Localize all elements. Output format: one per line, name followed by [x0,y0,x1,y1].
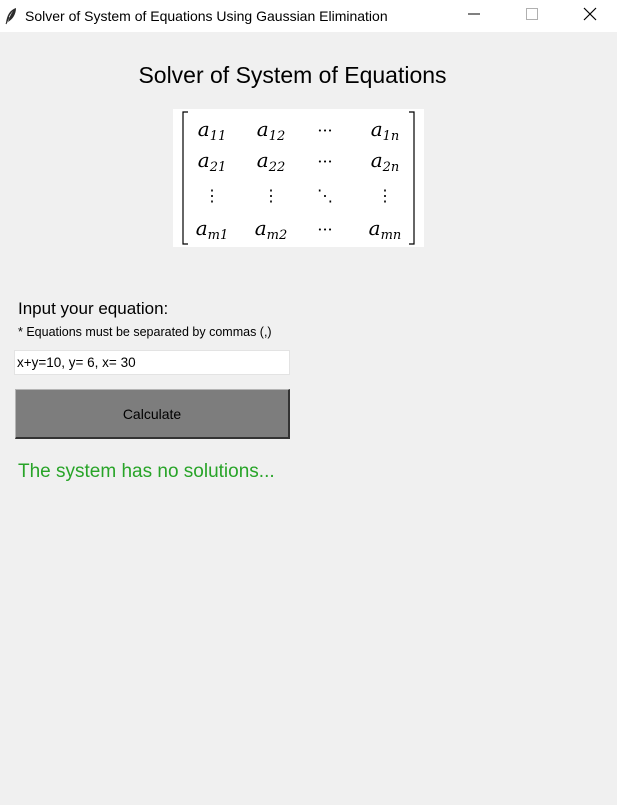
matrix-cell: ⋮ [263,186,279,205]
matrix-cell: am2 [255,216,288,243]
matrix-cell: a21 [198,148,226,175]
minimize-icon [468,7,480,25]
maximize-button[interactable] [503,0,561,32]
matrix-cell: a1n [371,117,400,144]
matrix-cell: ⋮ [377,186,393,205]
input-label: Input your equation: [18,299,169,318]
minimize-button[interactable] [445,0,503,32]
matrix-cell: ⋱ [317,186,333,205]
calculate-button[interactable]: Calculate [15,389,290,439]
matrix-cell: a11 [198,117,226,144]
window-title: Solver of System of Equations Using Gaus… [25,8,388,24]
matrix-cell: a22 [257,148,285,175]
page-title: Solver of System of Equations [138,62,447,88]
equation-input[interactable] [14,350,290,375]
matrix-cell: amn [369,216,402,243]
matrix-cell: a12 [257,117,285,144]
close-button[interactable] [561,0,617,32]
input-note: * Equations must be separated by commas … [18,325,272,339]
matrix-cell: a2n [371,148,400,175]
matrix-cell: ··· [317,152,332,171]
matrix-cell: am1 [196,216,229,243]
result-message: The system has no solutions... [18,461,275,482]
matrix-cell: ⋮ [204,186,220,205]
title-bar: Solver of System of Equations Using Gaus… [0,0,617,32]
maximize-icon [526,7,538,25]
matrix-cell: ··· [317,121,332,140]
close-icon [583,7,597,26]
feather-icon [4,7,18,25]
matrix-image: a11 a12 ··· a1n a21 a22 ··· a2n ⋮ ⋮ ⋱ ⋮ am1 am2 ··· amn [173,109,424,247]
matrix-cell: ··· [317,220,332,239]
